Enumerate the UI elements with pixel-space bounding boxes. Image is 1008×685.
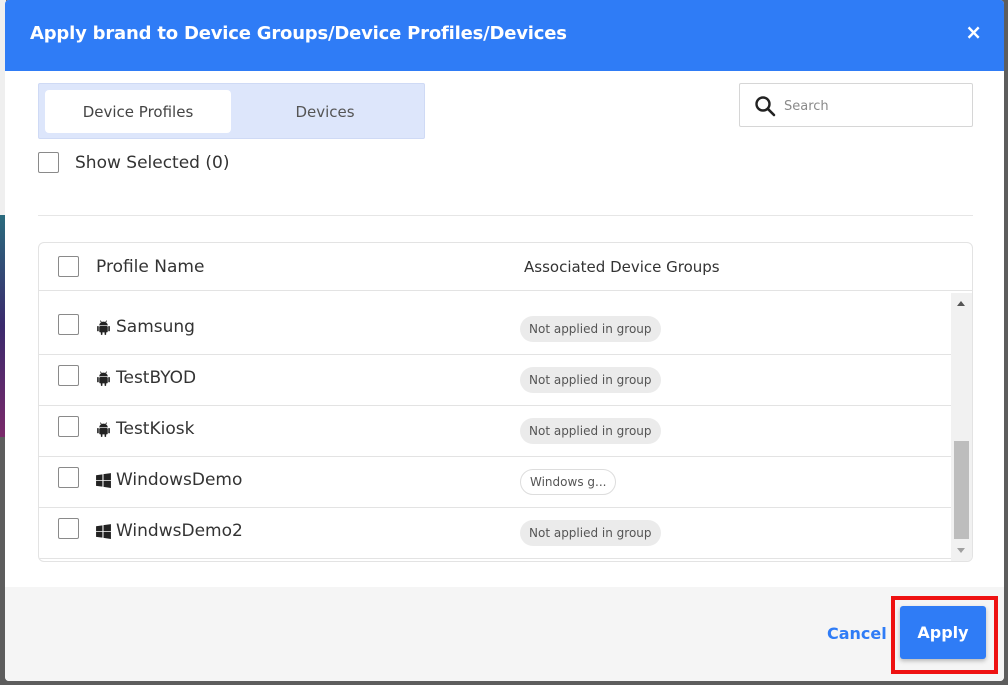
profiles-table: Profile Name Associated Device Groups Sa…	[38, 242, 973, 562]
android-icon	[97, 421, 110, 437]
profile-name: Samsung	[116, 317, 195, 337]
select-all-checkbox[interactable]	[58, 256, 79, 277]
scroll-down-arrow-icon[interactable]	[957, 548, 965, 553]
table-row[interactable]: Samsung Not applied in group	[39, 304, 951, 355]
table-row[interactable]: TestBYOD Not applied in group	[39, 355, 951, 406]
profile-name: WindowsDemo	[116, 470, 243, 490]
search-icon	[755, 96, 776, 117]
apply-button[interactable]: Apply	[900, 606, 986, 659]
profile-name-cell: TestKiosk	[95, 419, 194, 439]
show-selected-label: Show Selected (0)	[75, 153, 230, 173]
table-row[interactable]: WindwsDemo2 Not applied in group	[39, 508, 951, 559]
cancel-button[interactable]: Cancel	[827, 624, 887, 643]
group-badge: Not applied in group	[520, 520, 661, 546]
search-box[interactable]	[739, 83, 973, 127]
android-icon	[97, 370, 110, 386]
tab-bar: Device Profiles Devices	[38, 83, 425, 139]
dialog-title: Apply brand to Device Groups/Device Prof…	[30, 23, 567, 44]
group-badge: Not applied in group	[520, 367, 661, 393]
row-checkbox[interactable]	[58, 518, 79, 539]
row-checkbox[interactable]	[58, 416, 79, 437]
row-checkbox[interactable]	[58, 467, 79, 488]
group-badge: Not applied in group	[520, 316, 661, 342]
dialog-footer: Cancel Apply	[5, 587, 1004, 681]
close-button[interactable]: ×	[965, 20, 982, 44]
divider	[38, 215, 973, 216]
row-checkbox[interactable]	[58, 365, 79, 386]
tab-devices[interactable]: Devices	[232, 90, 418, 133]
profile-name: TestBYOD	[116, 368, 197, 388]
group-badge: Not applied in group	[520, 418, 661, 444]
android-icon	[97, 319, 110, 335]
profile-name-cell: WindowsDemo	[95, 470, 242, 490]
tab-device-profiles[interactable]: Device Profiles	[45, 90, 231, 133]
column-header-associated-groups[interactable]: Associated Device Groups	[524, 258, 720, 276]
profile-name-cell: TestBYOD	[95, 368, 196, 388]
scroll-up-arrow-icon[interactable]	[957, 301, 965, 306]
search-input[interactable]	[784, 96, 964, 116]
show-selected-checkbox[interactable]	[38, 152, 59, 173]
table-scrollbar[interactable]	[951, 293, 972, 561]
windows-icon	[96, 523, 111, 539]
group-badge: Windows g...	[520, 469, 617, 495]
apply-brand-dialog: Apply brand to Device Groups/Device Prof…	[5, 0, 1004, 681]
profile-name: WindwsDemo2	[116, 521, 243, 541]
profile-name: TestKiosk	[116, 419, 195, 439]
windows-icon	[96, 472, 111, 488]
profile-name-cell: Samsung	[95, 317, 195, 337]
column-header-profile-name[interactable]: Profile Name	[96, 257, 204, 277]
profile-name-cell: WindwsDemo2	[95, 521, 243, 541]
table-row[interactable]: TestKiosk Not applied in group	[39, 406, 951, 457]
table-header: Profile Name Associated Device Groups	[39, 243, 972, 291]
row-checkbox[interactable]	[58, 314, 79, 335]
scrollbar-thumb[interactable]	[954, 441, 969, 539]
table-row[interactable]: WindowsDemo Windows g...	[39, 457, 951, 508]
dialog-header: Apply brand to Device Groups/Device Prof…	[5, 0, 1004, 71]
close-icon[interactable]: ×	[965, 20, 982, 44]
